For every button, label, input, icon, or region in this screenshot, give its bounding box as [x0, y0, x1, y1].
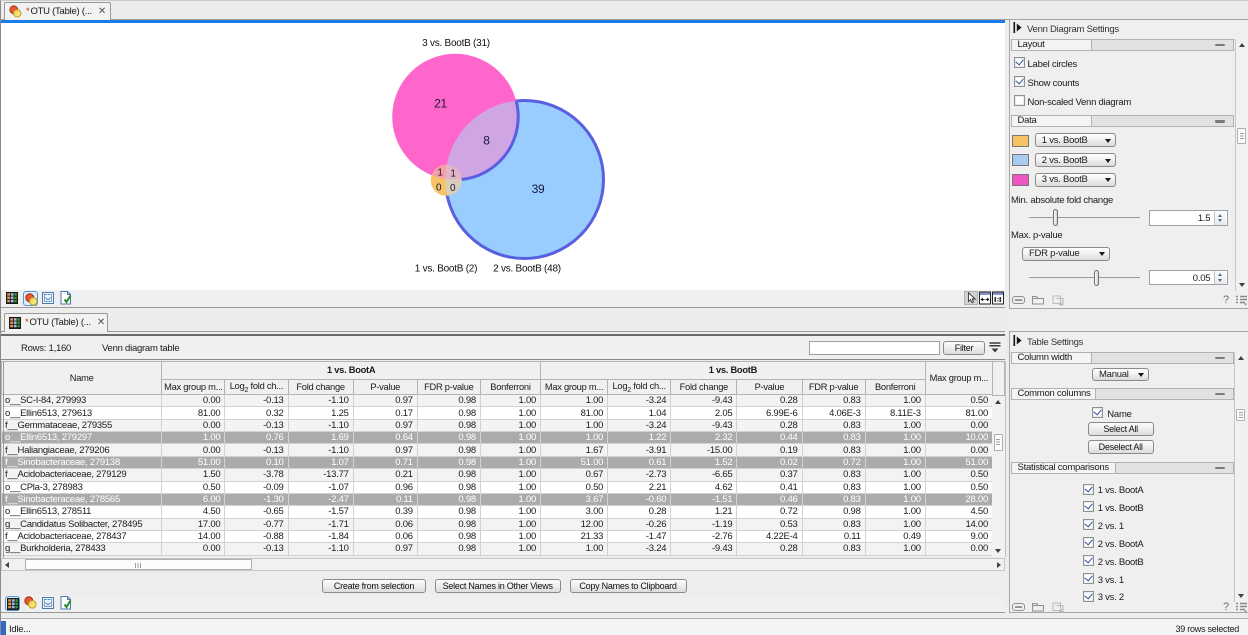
svg-text:1: 1 — [437, 167, 443, 178]
svg-text:2 vs. BootB (48): 2 vs. BootB (48) — [493, 263, 561, 274]
svg-text:1 vs. BootB (2): 1 vs. BootB (2) — [415, 263, 477, 274]
svg-text:0: 0 — [450, 183, 456, 194]
svg-text:0: 0 — [436, 182, 442, 193]
svg-text:39: 39 — [532, 182, 545, 196]
svg-text:8: 8 — [483, 133, 490, 147]
svg-text:1: 1 — [450, 168, 456, 179]
svg-text:3 vs. BootB (31): 3 vs. BootB (31) — [422, 38, 490, 49]
svg-text:21: 21 — [434, 96, 447, 110]
